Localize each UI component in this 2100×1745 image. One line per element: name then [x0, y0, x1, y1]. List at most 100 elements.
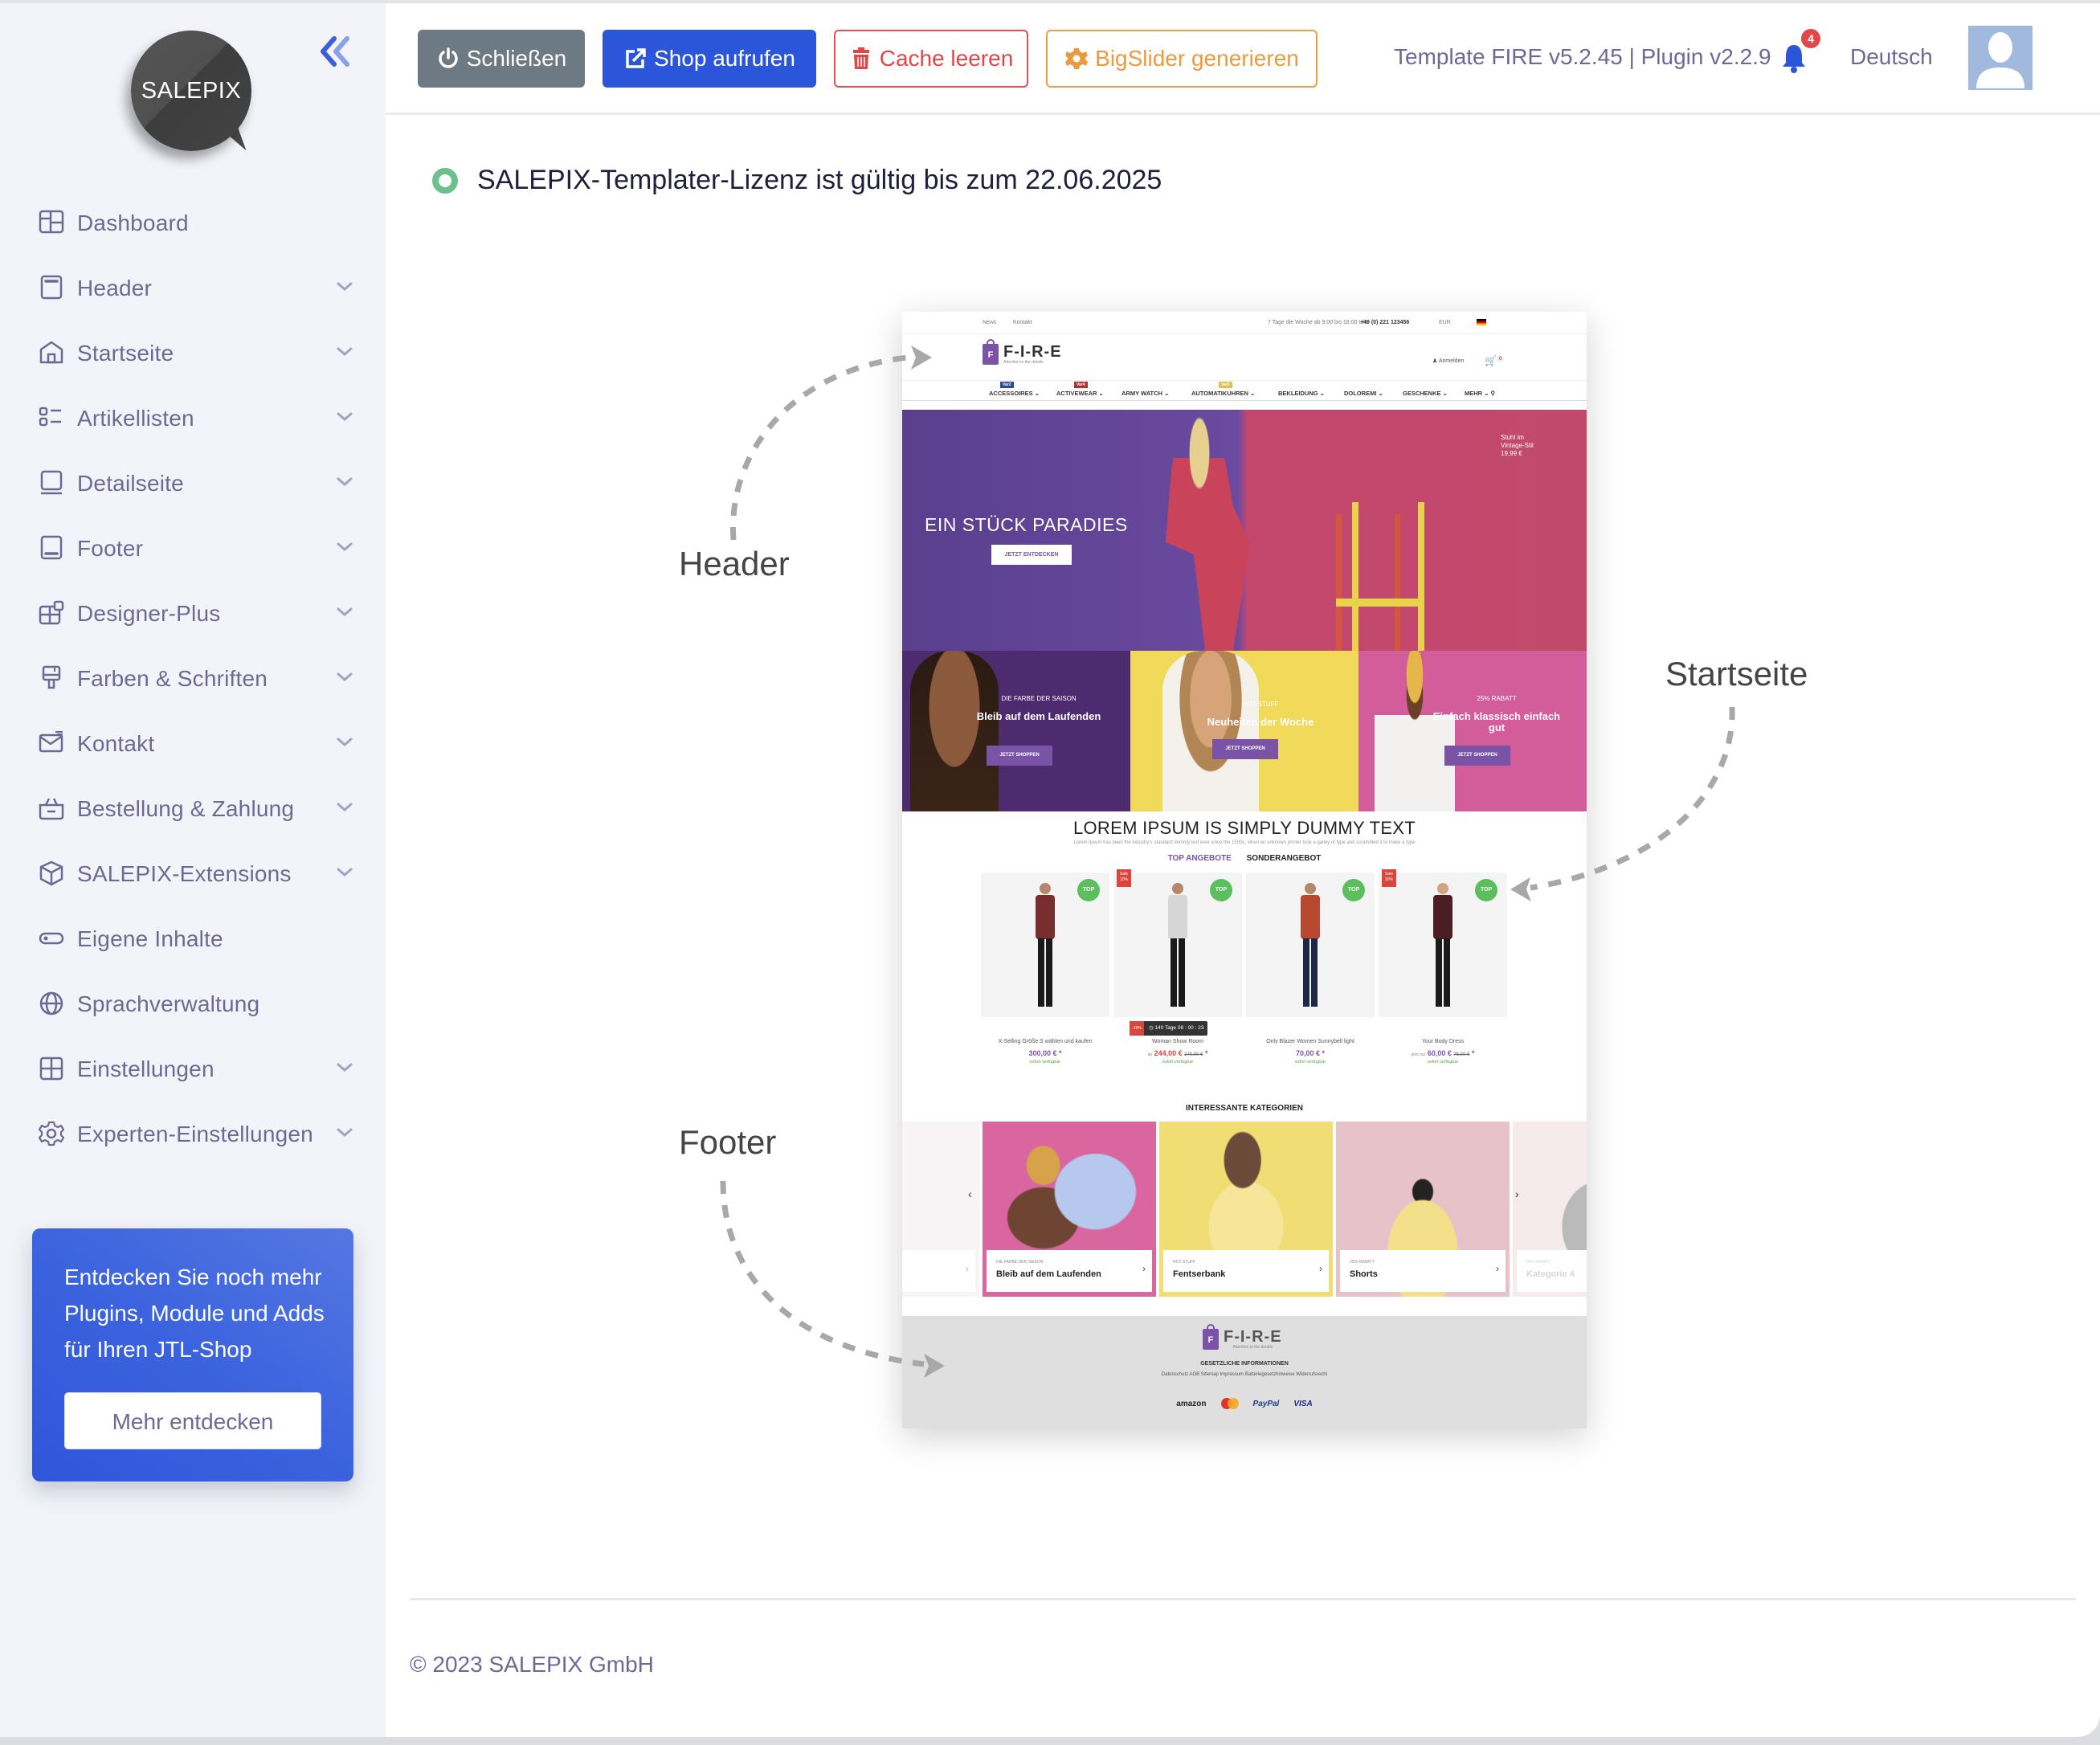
preview-phone: +49 (0) 221 123456: [1360, 320, 1410, 325]
sidebar-item-label: Designer-Plus: [77, 601, 221, 626]
chevron-down-icon: [337, 477, 353, 486]
layout-plus-icon: [39, 600, 64, 625]
chevron-down-icon: [337, 607, 353, 616]
chevron-right-icon: ›: [1515, 1187, 1519, 1200]
tile-model-image: [1162, 651, 1259, 811]
preview-login: ♟ Anmelden: [1432, 358, 1465, 364]
list-icon: [39, 407, 61, 427]
chevron-down-icon: [337, 803, 353, 811]
sidebar-item-label: Eigene Inhalte: [77, 926, 223, 951]
preview-section-text: Lorem Ipsum has been the industry's stan…: [1073, 840, 1416, 845]
chevron-down-icon: [337, 738, 353, 746]
sidebar-item-artikellisten[interactable]: Artikellisten: [0, 388, 386, 453]
footer-layout-icon: [40, 535, 63, 560]
sidebar-item-salepix-extensions[interactable]: SALEPIX-Extensions: [0, 844, 386, 909]
chevron-down-icon: [337, 1063, 353, 1072]
language-selector[interactable]: Deutsch: [1850, 44, 1933, 70]
basket-icon: [39, 798, 64, 820]
app-window: SALEPIX Dashboard Header Startseite Arti…: [0, 0, 2100, 1737]
preview-hours: 7 Tage die Woche ab 9:00 bis 18:00 Uhr: [1268, 320, 1368, 325]
preview-category-card: DIE FARBE DER SAISON Bleib auf dem Laufen…: [983, 1122, 1156, 1297]
preview-footer-links: Datenschutz AGB Sitemap Impressum Batter…: [1161, 1372, 1328, 1377]
close-button-label: Schließen: [466, 46, 567, 71]
preview-category-card: HOT STUFF Fentserbank ›: [1159, 1122, 1333, 1297]
preview-nav-item: BEKLEIDUNG ⌄: [1278, 390, 1325, 397]
sidebar-item-label: Sprachverwaltung: [77, 991, 260, 1016]
preview-section-title: LOREM IPSUM IS SIMPLY DUMMY TEXT: [1072, 818, 1416, 838]
preview-hero-banner: EIN STÜCK PARADIES JETZT ENTDECKEN Stuhl…: [902, 410, 1587, 651]
tile-model-image: [910, 651, 999, 811]
chevron-down-icon: [337, 1128, 353, 1137]
cog-icon: [1065, 48, 1089, 69]
preview-nav-item: DOLOREMI ⌄: [1344, 390, 1383, 397]
annotation-startseite: Startseite: [1665, 655, 1808, 693]
sidebar-item-designer-plus[interactable]: Designer-Plus: [0, 583, 386, 648]
sidebar-item-eigene-inhalte[interactable]: Eigene Inhalte: [0, 909, 386, 974]
mehr-entdecken-button[interactable]: Mehr entdecken: [64, 1392, 321, 1449]
preview-tile: 25% RABATT Einfach klassisch einfach gut…: [1358, 651, 1587, 811]
sidebar-item-startseite[interactable]: Startseite: [0, 323, 386, 388]
sidebar-item-kontakt[interactable]: Kontakt: [0, 713, 386, 779]
clear-cache-label: Cache leeren: [879, 46, 1014, 71]
sidebar-item-bestellung-zahlung[interactable]: Bestellung & Zahlung: [0, 779, 386, 844]
preview-nav-item: Var2 ACCESSOIRES ⌄: [989, 382, 1040, 397]
preview-topbar: News Kontakt 7 Tage die Woche ab 9:00 bi…: [902, 312, 1587, 334]
open-shop-button[interactable]: Shop aufrufen: [603, 30, 816, 88]
sidebar-item-einstellungen[interactable]: Einstellungen: [0, 1039, 386, 1104]
open-shop-label: Shop aufrufen: [654, 46, 795, 71]
sidebar-item-label: Dashboard: [77, 210, 189, 235]
preview-footer-logo: F F-I-R-E Attention to the details: [1203, 1324, 1282, 1350]
chevron-down-icon: [337, 868, 353, 877]
promo-text: Entdecken Sie noch mehr Plugins, Module …: [64, 1265, 325, 1362]
header-layout-icon: [40, 275, 63, 300]
preview-product-card: Sale 20% TOP Your Body Dress jetzt nur 60…: [1379, 869, 1507, 1081]
preview-tile: HOT STUFF Neuheiten der Woche JETZT SHOP…: [1130, 651, 1358, 811]
preview-product-list: TOP X-Selling Größe S wählen und kaufen …: [981, 869, 1511, 1081]
home-icon: [39, 341, 63, 364]
footer-arrow-line: [720, 1180, 925, 1367]
sidebar-item-experten-einstellungen[interactable]: Experten-Einstellungen: [0, 1104, 386, 1169]
sidebar-item-label: Startseite: [77, 341, 174, 366]
sidebar-item-sprachverwaltung[interactable]: Sprachverwaltung: [0, 974, 386, 1039]
user-avatar[interactable]: [1968, 26, 2033, 90]
annotation-footer: Footer: [679, 1123, 777, 1161]
preview-nav-item: Var4 ACTIVEWEAR ⌄: [1056, 382, 1104, 397]
sidebar-item-label: Farben & Schriften: [77, 666, 268, 691]
preview-product-card: TOP X-Selling Größe S wählen und kaufen …: [981, 872, 1109, 1081]
generate-bigslider-label: BigSlider generieren: [1095, 46, 1299, 71]
bell-icon[interactable]: [1779, 42, 1808, 74]
shop-preview-image: News Kontakt 7 Tage die Woche ab 9:00 bi…: [902, 312, 1587, 1428]
visa-logo-icon: VISA: [1293, 1399, 1313, 1408]
external-link-icon: [626, 48, 646, 68]
generate-bigslider-button[interactable]: BigSlider generieren: [1046, 30, 1318, 88]
status-dot-icon: [432, 167, 458, 194]
preview-nav-item: ARMY WATCH ⌄: [1121, 390, 1170, 397]
chevron-down-icon: [337, 412, 353, 421]
grid-icon: [39, 1056, 63, 1081]
preview-category-slider: › DIE FARBE DER SAISON Bleib auf dem Lauf…: [902, 1122, 1587, 1297]
sidebar-item-header[interactable]: Header: [0, 258, 386, 323]
top-toolbar: Schließen Shop aufrufen Cache leeren Big…: [386, 0, 2100, 115]
mail-icon: [39, 731, 63, 753]
preview-link-kontakt: Kontakt: [1013, 320, 1032, 325]
sidebar-item-footer[interactable]: Footer: [0, 518, 386, 583]
sidebar-item-label: Kontakt: [77, 731, 155, 756]
clear-cache-button[interactable]: Cache leeren: [834, 30, 1028, 88]
preview-section-header: LOREM IPSUM IS SIMPLY DUMMY TEXT Lorem I…: [902, 811, 1587, 845]
sidebar-item-dashboard[interactable]: Dashboard: [0, 193, 386, 258]
chevron-down-icon: [337, 347, 353, 356]
close-button[interactable]: Schließen: [418, 30, 585, 88]
cart-icon: 🛒 0: [1485, 355, 1505, 366]
version-info: Template FIRE v5.2.45 | Plugin v2.2.9: [1394, 44, 1771, 69]
sidebar-item-label: Artikellisten: [77, 406, 194, 431]
sidebar-item-farben-schriften[interactable]: Farben & Schriften: [0, 648, 386, 713]
hero-chair-image: [1352, 502, 1424, 651]
annotation-header: Header: [679, 545, 790, 582]
dashboard-icon: [39, 210, 64, 234]
sidebar-item-detailseite[interactable]: Detailseite: [0, 453, 386, 518]
preview-footer: F F-I-R-E Attention to the details GESETZ…: [902, 1316, 1587, 1428]
collapse-sidebar-button[interactable]: [318, 35, 353, 67]
preview-brand: F-I-R-E Attention to the details: [1003, 343, 1062, 365]
preview-promo-tiles: DIE FARBE DER SAISON Bleib auf dem Laufe…: [902, 651, 1587, 811]
salepix-logo[interactable]: SALEPIX: [131, 31, 251, 157]
